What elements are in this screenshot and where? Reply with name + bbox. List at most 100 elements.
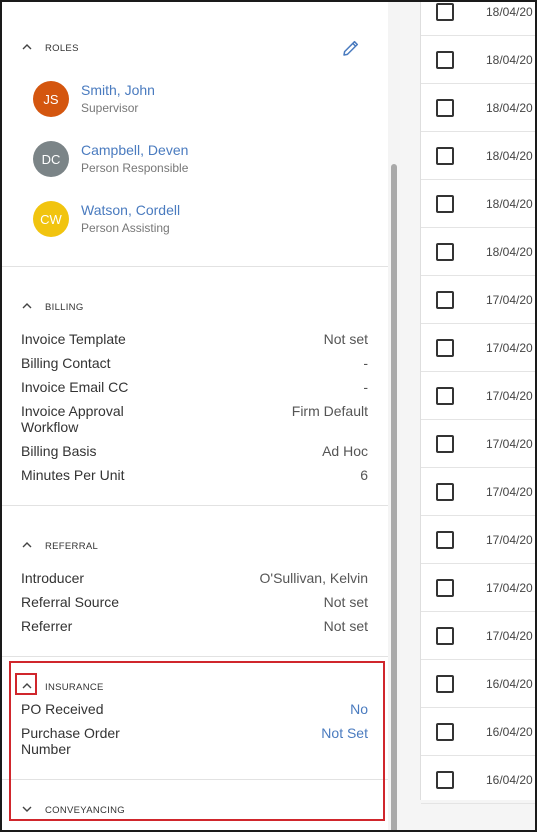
section-divider bbox=[2, 505, 388, 506]
person-name-link[interactable]: Watson, Cordell bbox=[81, 202, 180, 218]
row-checkbox[interactable] bbox=[436, 435, 454, 453]
field-value: Not set bbox=[323, 594, 368, 610]
row-checkbox[interactable] bbox=[436, 51, 454, 69]
row-date: 16/04/20 bbox=[486, 677, 533, 691]
row-date: 17/04/20 bbox=[486, 293, 533, 307]
row-date: 17/04/20 bbox=[486, 533, 533, 547]
app-window: ROLES JS Smith, John Supervisor DC Campb… bbox=[0, 0, 537, 832]
chevron-up-icon bbox=[22, 683, 32, 689]
row-date: 18/04/20 bbox=[486, 5, 533, 19]
insurance-collapse-toggle[interactable] bbox=[21, 678, 33, 694]
list-item[interactable]: 18/04/20 bbox=[421, 84, 535, 132]
row-checkbox[interactable] bbox=[436, 339, 454, 357]
section-divider bbox=[2, 266, 388, 267]
person-role: Person Responsible bbox=[81, 161, 189, 175]
po-received-link[interactable]: No bbox=[350, 701, 368, 717]
insurance-section-title: INSURANCE bbox=[45, 682, 104, 693]
row-checkbox[interactable] bbox=[436, 723, 454, 741]
list-item[interactable]: 18/04/20 bbox=[421, 132, 535, 180]
row-checkbox[interactable] bbox=[436, 531, 454, 549]
roles-collapse-toggle[interactable] bbox=[21, 39, 33, 55]
row-checkbox[interactable] bbox=[436, 771, 454, 789]
person-role: Person Assisting bbox=[81, 221, 170, 235]
row-date: 18/04/20 bbox=[486, 149, 533, 163]
list-item[interactable]: 16/04/20 bbox=[421, 756, 535, 804]
field-value: Not set bbox=[323, 618, 368, 634]
matter-details-panel: ROLES JS Smith, John Supervisor DC Campb… bbox=[2, 2, 400, 830]
records-list-panel: 18/04/20 18/04/20 18/04/20 18/04/20 18/04/20… bbox=[400, 2, 535, 830]
person-role: Supervisor bbox=[81, 101, 139, 115]
section-divider bbox=[2, 779, 388, 780]
field-label: Referrer bbox=[21, 618, 73, 634]
field-label: Billing Contact bbox=[21, 355, 111, 371]
list-item[interactable]: 18/04/20 bbox=[421, 36, 535, 84]
list-item[interactable]: 16/04/20 bbox=[421, 660, 535, 708]
edit-roles-button[interactable] bbox=[341, 38, 361, 58]
row-checkbox[interactable] bbox=[436, 387, 454, 405]
row-date: 17/04/20 bbox=[486, 437, 533, 451]
list-item[interactable]: 17/04/20 bbox=[421, 420, 535, 468]
pencil-icon bbox=[343, 40, 359, 56]
row-checkbox[interactable] bbox=[436, 243, 454, 261]
chevron-down-icon bbox=[22, 806, 32, 812]
row-checkbox[interactable] bbox=[436, 3, 454, 21]
field-label: Invoice Approval Workflow bbox=[21, 403, 124, 435]
list-item[interactable]: 17/04/20 bbox=[421, 612, 535, 660]
conveyancing-collapse-toggle[interactable] bbox=[21, 801, 33, 817]
person-name-link[interactable]: Smith, John bbox=[81, 82, 155, 98]
avatar: CW bbox=[33, 201, 69, 237]
row-checkbox[interactable] bbox=[436, 483, 454, 501]
role-person-supervisor[interactable]: JS Smith, John Supervisor bbox=[33, 81, 333, 117]
row-checkbox[interactable] bbox=[436, 627, 454, 645]
list-item[interactable]: 17/04/20 bbox=[421, 372, 535, 420]
field-label: Purchase Order Number bbox=[21, 725, 120, 757]
billing-collapse-toggle[interactable] bbox=[21, 298, 33, 314]
referral-collapse-toggle[interactable] bbox=[21, 537, 33, 553]
list-item[interactable]: 17/04/20 bbox=[421, 516, 535, 564]
field-label: Introducer bbox=[21, 570, 85, 586]
chevron-up-icon bbox=[22, 542, 32, 548]
chevron-up-icon bbox=[22, 303, 32, 309]
person-name-link[interactable]: Campbell, Deven bbox=[81, 142, 188, 158]
row-checkbox[interactable] bbox=[436, 291, 454, 309]
avatar: DC bbox=[33, 141, 69, 177]
row-checkbox[interactable] bbox=[436, 675, 454, 693]
row-date: 18/04/20 bbox=[486, 101, 533, 115]
field-value: Firm Default bbox=[291, 403, 368, 419]
list-item[interactable]: 17/04/20 bbox=[421, 468, 535, 516]
row-checkbox[interactable] bbox=[436, 195, 454, 213]
row-date: 17/04/20 bbox=[486, 485, 533, 499]
list-item[interactable]: 18/04/20 bbox=[421, 228, 535, 276]
roles-section-title: ROLES bbox=[45, 43, 79, 54]
role-person-responsible[interactable]: DC Campbell, Deven Person Responsible bbox=[33, 141, 333, 177]
row-checkbox[interactable] bbox=[436, 99, 454, 117]
field-value: Ad Hoc bbox=[322, 443, 368, 459]
field-value: Not set bbox=[323, 331, 368, 347]
records-list: 18/04/20 18/04/20 18/04/20 18/04/20 18/04/20… bbox=[420, 2, 535, 804]
list-item[interactable]: 18/04/20 bbox=[421, 180, 535, 228]
scrollbar-thumb[interactable] bbox=[391, 164, 397, 830]
row-date: 17/04/20 bbox=[486, 629, 533, 643]
row-checkbox[interactable] bbox=[436, 579, 454, 597]
field-label: Invoice Email CC bbox=[21, 379, 129, 395]
list-item[interactable]: 18/04/20 bbox=[421, 2, 535, 36]
field-value: - bbox=[363, 355, 368, 371]
row-checkbox[interactable] bbox=[436, 147, 454, 165]
list-item[interactable]: 17/04/20 bbox=[421, 324, 535, 372]
purchase-order-number-link[interactable]: Not Set bbox=[321, 725, 368, 741]
row-date: 17/04/20 bbox=[486, 341, 533, 355]
list-item[interactable]: 16/04/20 bbox=[421, 708, 535, 756]
row-date: 16/04/20 bbox=[486, 725, 533, 739]
field-label: Referral Source bbox=[21, 594, 120, 610]
referral-section-title: REFERRAL bbox=[45, 541, 99, 552]
row-date: 17/04/20 bbox=[486, 581, 533, 595]
row-date: 18/04/20 bbox=[486, 245, 533, 259]
billing-section-title: BILLING bbox=[45, 302, 84, 313]
field-value: 6 bbox=[360, 467, 368, 483]
list-item[interactable]: 17/04/20 bbox=[421, 276, 535, 324]
role-person-assisting[interactable]: CW Watson, Cordell Person Assisting bbox=[33, 201, 333, 237]
list-item[interactable]: 17/04/20 bbox=[421, 564, 535, 612]
field-value: O'Sullivan, Kelvin bbox=[259, 570, 369, 586]
field-label: PO Received bbox=[21, 701, 104, 717]
field-label: Minutes Per Unit bbox=[21, 467, 125, 483]
